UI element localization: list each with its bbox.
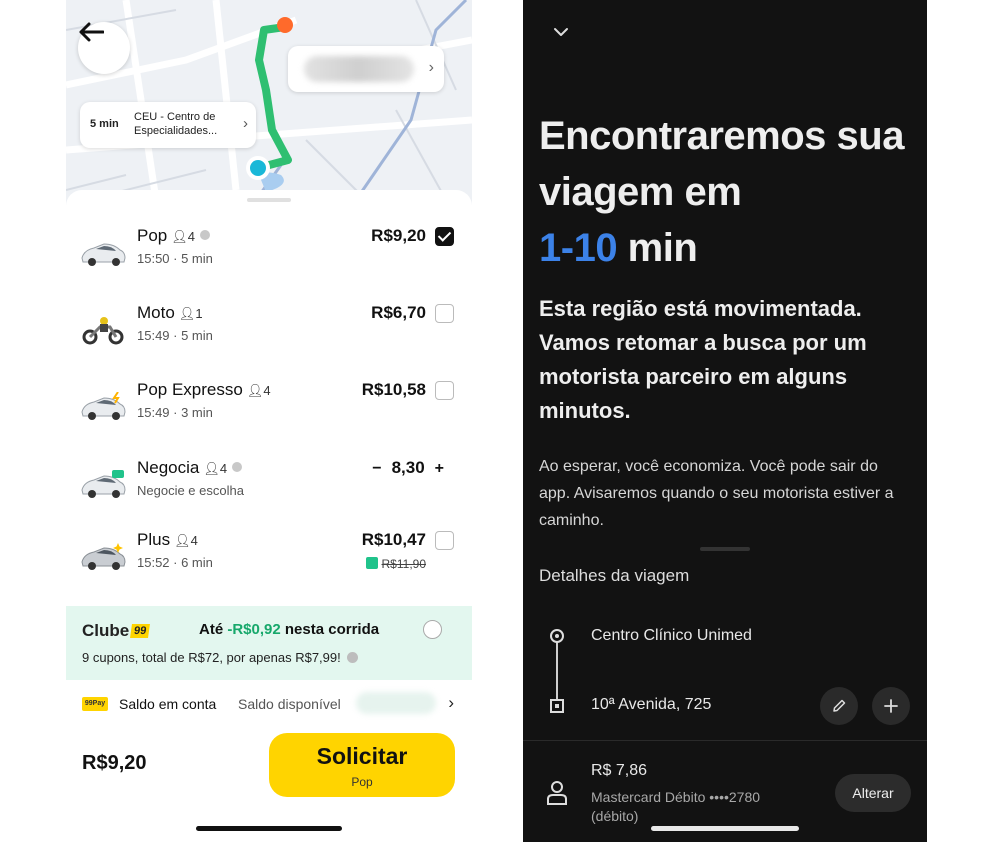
info-icon[interactable] bbox=[232, 462, 243, 472]
clube-discount: Até -R$0,92 nesta corrida bbox=[199, 621, 380, 638]
destination-card[interactable]: › bbox=[288, 46, 444, 92]
ride-option-moto[interactable]: Moto 👤︎1 15:49 · 5 min R$6,70 bbox=[66, 303, 472, 365]
request-button-label: Solicitar bbox=[316, 743, 408, 769]
route-connector bbox=[556, 637, 558, 707]
ride-option-plus[interactable]: Plus 👤︎4 15:52 · 6 min R$10,47 R$11,90 bbox=[66, 530, 472, 592]
ride-subtitle: Negocie e escolha bbox=[137, 483, 244, 498]
origin-card[interactable]: 5 min CEU - Centro de Especialidades... … bbox=[80, 102, 256, 148]
original-price: R$11,90 bbox=[365, 557, 426, 571]
seat-icon: 👤︎1 bbox=[178, 306, 203, 321]
ride-name: Pop Expresso 👤︎4 bbox=[137, 380, 271, 399]
origin-name: CEU - Centro de Especialidades... bbox=[134, 111, 218, 137]
searching-driver-screen: Encontraremos sua viagem em 1-10 min Esta… bbox=[523, 0, 927, 842]
pickup-address: Centro Clínico Unimed bbox=[591, 627, 752, 644]
seat-icon: 👤︎4 bbox=[171, 229, 195, 244]
seat-icon: 👤︎4 bbox=[203, 461, 228, 476]
ride-name: Moto 👤︎1 bbox=[137, 303, 203, 322]
pencil-icon bbox=[833, 699, 846, 712]
busy-region-message: Esta região está movimentada. Vamos reto… bbox=[539, 296, 867, 423]
negotiated-price: 8,30 bbox=[391, 458, 425, 477]
clube-description: 9 cupons, total de R$72, por apenas R$7,… bbox=[82, 650, 358, 665]
seat-icon: 👤︎4 bbox=[246, 383, 271, 398]
ride-price: R$6,70 bbox=[371, 303, 426, 322]
motorcycle-icon bbox=[82, 317, 124, 345]
destination-marker bbox=[277, 17, 293, 33]
ride-price: R$10,58 bbox=[361, 380, 426, 399]
car-icon bbox=[81, 243, 126, 266]
decrease-button[interactable]: − bbox=[372, 460, 381, 477]
ride-checkbox[interactable] bbox=[435, 304, 454, 323]
dropoff-square-icon bbox=[550, 699, 564, 713]
change-payment-button[interactable]: Alterar bbox=[835, 774, 911, 812]
route-line bbox=[254, 23, 292, 172]
destination-name-redacted bbox=[304, 56, 414, 82]
total-price: R$9,20 bbox=[82, 752, 147, 774]
sheet-handle[interactable] bbox=[247, 198, 291, 202]
increase-button[interactable]: + bbox=[435, 460, 444, 477]
balance-value-redacted bbox=[356, 692, 436, 714]
back-button[interactable] bbox=[78, 22, 130, 74]
chevron-down-icon[interactable] bbox=[553, 24, 569, 40]
waiting-message: Ao esperar, você economiza. Você pode sa… bbox=[539, 458, 894, 529]
dropoff-address: 10ª Avenida, 725 bbox=[591, 696, 712, 713]
payment-method: Mastercard Débito ••••2780 bbox=[591, 789, 761, 805]
ride-time: 15:49 · 5 min bbox=[137, 328, 213, 343]
ride-time: 15:49 · 3 min bbox=[137, 405, 213, 420]
arrow-left-icon bbox=[79, 22, 104, 42]
ride-name: Plus 👤︎4 bbox=[137, 530, 198, 549]
chevron-right-icon: › bbox=[448, 693, 454, 712]
chevron-right-icon: › bbox=[428, 59, 434, 76]
add-stop-button[interactable] bbox=[872, 687, 910, 725]
ride-time: 15:50 · 5 min bbox=[137, 251, 213, 266]
ride-options-screen: › 5 min CEU - Centro de Especialidades..… bbox=[66, 0, 472, 842]
home-indicator[interactable] bbox=[196, 826, 342, 831]
rider-icon bbox=[547, 781, 567, 805]
payment-balance-row[interactable]: 99Pay Saldo em conta Saldo disponível › bbox=[66, 684, 472, 724]
discount-icon bbox=[365, 557, 378, 569]
ride-checkbox[interactable] bbox=[435, 227, 454, 246]
ride-price: R$9,20 bbox=[371, 226, 426, 245]
car-negotiate-icon bbox=[81, 470, 126, 498]
eta-range: 1-10 bbox=[539, 226, 618, 270]
info-icon[interactable] bbox=[346, 652, 358, 663]
ride-price: R$10,47 bbox=[361, 530, 426, 549]
request-button-sublabel: Pop bbox=[351, 775, 373, 789]
ride-time: 15:52 · 6 min bbox=[137, 555, 213, 570]
ride-option-negocia[interactable]: Negocia 👤︎4 Negocie e escolha −8,30 + bbox=[66, 458, 472, 520]
edit-route-button[interactable] bbox=[820, 687, 858, 725]
ride-checkbox[interactable] bbox=[435, 531, 454, 550]
pickup-dot-icon bbox=[550, 629, 564, 643]
page-title: Encontraremos sua viagem em 1-10 min bbox=[539, 114, 904, 270]
clube-99-offer[interactable]: Clube 99 Até -R$0,92 nesta corrida 9 cupo… bbox=[66, 606, 472, 680]
ride-option-pop-expresso[interactable]: Pop Expresso 👤︎4 15:49 · 3 min R$10,58 bbox=[66, 380, 472, 442]
payment-type: (débito) bbox=[591, 808, 639, 824]
route-map[interactable]: › 5 min CEU - Centro de Especialidades..… bbox=[66, 0, 472, 205]
ride-checkbox[interactable] bbox=[435, 381, 454, 400]
clube-radio[interactable] bbox=[423, 620, 442, 639]
request-button[interactable]: Solicitar Pop bbox=[269, 733, 455, 797]
clube-logo: Clube 99 bbox=[82, 621, 151, 641]
ride-name: Pop 👤︎4 bbox=[137, 226, 210, 246]
ride-option-pop[interactable]: Pop 👤︎4 15:50 · 5 min R$9,20 bbox=[66, 226, 472, 288]
plus-icon bbox=[884, 699, 898, 713]
seat-icon: 👤︎4 bbox=[174, 533, 198, 548]
99pay-logo: 99Pay bbox=[82, 697, 108, 711]
car-express-icon bbox=[81, 392, 126, 420]
ride-name: Negocia 👤︎4 bbox=[137, 458, 243, 478]
home-indicator[interactable] bbox=[651, 826, 799, 831]
chevron-right-icon: › bbox=[243, 115, 248, 132]
divider bbox=[523, 740, 927, 741]
trip-details-title: Detalhes da viagem bbox=[539, 566, 690, 585]
balance-available-label: Saldo disponível bbox=[238, 696, 341, 712]
info-icon[interactable] bbox=[200, 230, 210, 240]
price-stepper: −8,30 + bbox=[362, 458, 454, 478]
sheet-handle[interactable] bbox=[700, 547, 750, 551]
car-plus-icon bbox=[81, 543, 126, 570]
balance-label: Saldo em conta bbox=[119, 696, 217, 712]
fare-amount: R$ 7,86 bbox=[591, 762, 648, 779]
origin-eta: 5 min bbox=[90, 118, 119, 130]
